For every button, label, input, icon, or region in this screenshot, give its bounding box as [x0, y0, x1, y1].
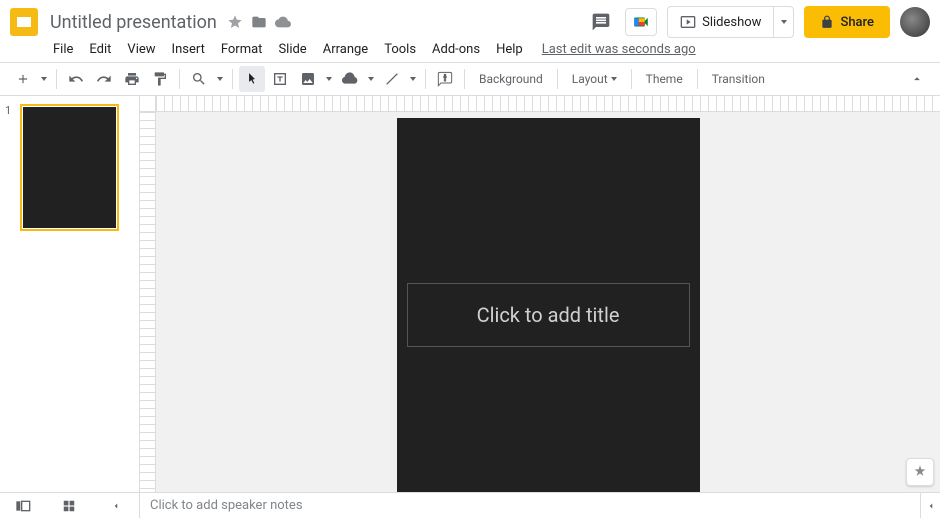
zoom-dropdown[interactable]: [214, 77, 226, 81]
title-placeholder-text: Click to add title: [477, 303, 620, 327]
share-label: Share: [840, 15, 874, 30]
new-slide-button[interactable]: [10, 66, 36, 92]
menu-insert[interactable]: Insert: [165, 40, 212, 59]
slide-number: 1: [5, 104, 17, 484]
layout-button[interactable]: Layout: [564, 66, 625, 92]
menu-edit[interactable]: Edit: [82, 40, 118, 59]
slide-thumbnail-panel: 1: [0, 96, 140, 492]
filmstrip-view-button[interactable]: [11, 496, 35, 516]
menu-arrange[interactable]: Arrange: [316, 40, 375, 59]
slides-logo[interactable]: [10, 8, 38, 36]
side-panel-toggle[interactable]: [920, 493, 940, 518]
transition-button[interactable]: Transition: [704, 66, 773, 92]
title-placeholder-box[interactable]: Click to add title: [407, 283, 690, 347]
slideshow-button[interactable]: Slideshow: [668, 7, 773, 37]
paint-format-button[interactable]: [147, 66, 173, 92]
explore-button[interactable]: [906, 458, 934, 486]
menu-slide[interactable]: Slide: [271, 40, 313, 59]
slide-thumbnail-1[interactable]: [20, 104, 119, 231]
menu-tools[interactable]: Tools: [377, 40, 423, 59]
line-tool[interactable]: [379, 66, 405, 92]
grid-view-button[interactable]: [57, 496, 81, 516]
print-button[interactable]: [119, 66, 145, 92]
menu-view[interactable]: View: [120, 40, 162, 59]
textbox-tool[interactable]: [267, 66, 293, 92]
footer: Click to add speaker notes: [0, 492, 940, 518]
shape-tool[interactable]: [337, 66, 363, 92]
background-button[interactable]: Background: [471, 66, 551, 92]
account-avatar[interactable]: [900, 7, 930, 37]
menu-addons[interactable]: Add-ons: [425, 40, 487, 59]
document-title[interactable]: Untitled presentation: [50, 12, 217, 33]
line-dropdown[interactable]: [407, 77, 419, 81]
new-slide-dropdown[interactable]: [38, 77, 50, 81]
slideshow-label: Slideshow: [702, 15, 761, 30]
select-tool[interactable]: [239, 66, 265, 92]
meet-button[interactable]: [625, 8, 657, 36]
canvas-area: Click to add title: [140, 96, 940, 492]
vertical-ruler[interactable]: [140, 112, 156, 492]
docs-header: Untitled presentation Slideshow Share: [0, 0, 940, 40]
comment-tool[interactable]: [432, 66, 458, 92]
horizontal-ruler[interactable]: [156, 96, 940, 112]
menu-help[interactable]: Help: [489, 40, 530, 59]
toolbar: Background Layout Theme Transition: [0, 62, 940, 96]
menu-format[interactable]: Format: [214, 40, 270, 59]
comment-history-button[interactable]: [587, 8, 615, 36]
menubar: File Edit View Insert Format Slide Arran…: [0, 40, 940, 62]
undo-button[interactable]: [63, 66, 89, 92]
cloud-status-icon[interactable]: [275, 14, 291, 30]
slide-canvas[interactable]: Click to add title: [397, 118, 700, 492]
redo-button[interactable]: [91, 66, 117, 92]
slideshow-dropdown[interactable]: [773, 7, 793, 37]
last-edit-link[interactable]: Last edit was seconds ago: [542, 42, 696, 57]
ruler-corner: [140, 96, 156, 112]
image-tool[interactable]: [295, 66, 321, 92]
collapse-filmstrip-button[interactable]: [104, 496, 128, 516]
move-folder-icon[interactable]: [251, 14, 267, 30]
star-icon[interactable]: [227, 14, 243, 30]
shape-dropdown[interactable]: [365, 77, 377, 81]
speaker-notes-input[interactable]: Click to add speaker notes: [140, 493, 920, 518]
theme-button[interactable]: Theme: [638, 66, 691, 92]
image-dropdown[interactable]: [323, 77, 335, 81]
zoom-button[interactable]: [186, 66, 212, 92]
share-button[interactable]: Share: [804, 6, 890, 38]
collapse-toolbar-button[interactable]: [904, 66, 930, 92]
menu-file[interactable]: File: [46, 40, 80, 59]
